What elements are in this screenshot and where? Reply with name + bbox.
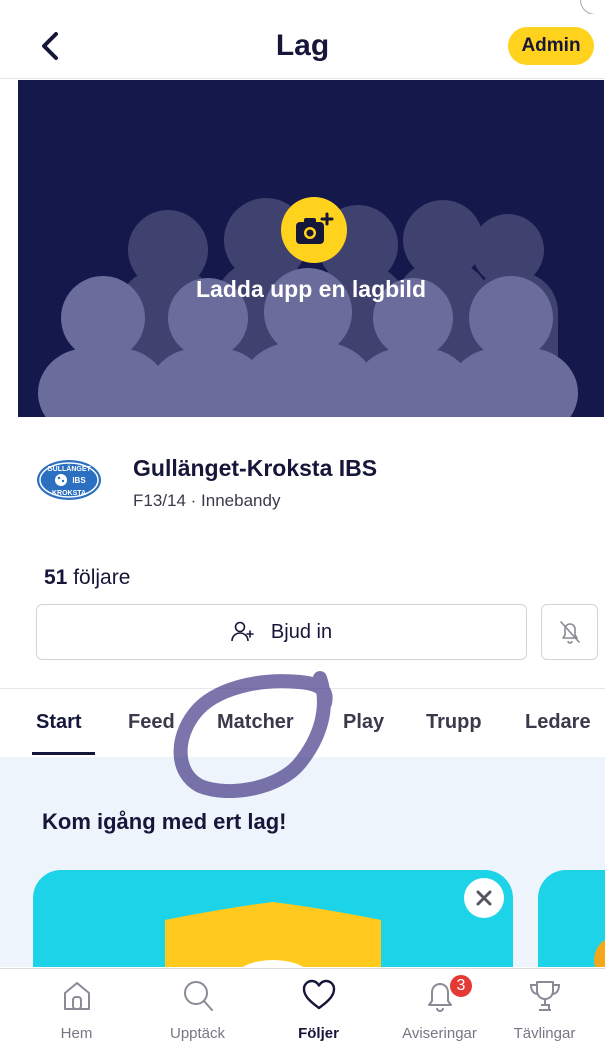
nav-discover[interactable]: Upptäck [137,969,258,1046]
nav-home[interactable]: Hem [16,969,137,1046]
nav-notifications-label: Aviseringar [402,1025,477,1042]
tab-ledare[interactable]: Ledare [525,711,591,734]
section-title: Kom igång med ert lag! [42,809,287,834]
close-card-button[interactable] [464,878,504,918]
camera-plus-icon [296,212,334,244]
notification-badge: 3 [448,973,474,999]
team-logo: GULLÄNGET IBS KROKSTA [37,460,101,500]
invite-label: Bjud in [270,620,333,643]
back-button[interactable] [28,24,72,68]
nav-following-label: Följer [298,1025,339,1042]
bell-off-icon [559,621,580,644]
home-icon [63,982,90,1010]
nav-home-label: Hem [60,1025,93,1042]
card-illustration [594,939,605,967]
team-tabs: Start Feed Matcher Play Trupp Ledare [0,688,605,758]
tab-play[interactable]: Play [343,711,384,734]
nav-competitions[interactable]: Tävlingar [484,969,605,1046]
notifications-toggle-button[interactable] [541,604,598,660]
logo-text-mid: IBS [72,476,86,485]
team-name: Gullänget-Kroksta IBS [133,455,378,481]
search-icon [183,981,213,1011]
shield-illustration [165,902,381,967]
logo-text-bottom: KROKSTA [52,490,86,497]
bottom-navigation: Hem Upptäck Följer 3 Aviseringar Tävling… [0,968,605,1046]
tab-feed[interactable]: Feed [128,711,175,734]
nav-competitions-label: Tävlingar [513,1025,576,1042]
invite-button[interactable]: Bjud in [36,604,527,660]
followers-count[interactable]: 51 följare [44,566,130,590]
chevron-left-icon [42,32,58,60]
trophy-icon [529,981,560,1011]
header: Lag Admin [0,14,605,79]
active-tab-indicator [32,752,95,755]
start-content: Kom igång med ert lag! [0,757,605,967]
nav-discover-label: Upptäck [169,1025,226,1042]
tab-matcher[interactable]: Matcher [217,711,294,734]
upload-photo-label: Ladda upp en lagbild [196,276,426,302]
next-card[interactable] [538,870,605,967]
heart-icon [302,979,335,1010]
close-icon [476,890,492,906]
nav-notifications[interactable]: 3 Aviseringar [379,969,500,1046]
team-subtitle: F13/14 · Innebandy [133,491,281,510]
getting-started-card[interactable] [33,870,513,967]
tab-trupp[interactable]: Trupp [426,711,482,734]
followers-label: följare [73,566,131,589]
top-strip [0,0,605,15]
team-photo-banner[interactable]: Ladda upp en lagbild [18,80,604,417]
add-person-icon [231,621,254,642]
upload-photo-button[interactable] [281,197,347,263]
tab-start[interactable]: Start [36,711,82,734]
logo-text-top: GULLÄNGET [47,465,91,473]
nav-following[interactable]: Följer [258,969,379,1046]
admin-button[interactable]: Admin [508,27,594,65]
followers-number: 51 [44,566,68,589]
